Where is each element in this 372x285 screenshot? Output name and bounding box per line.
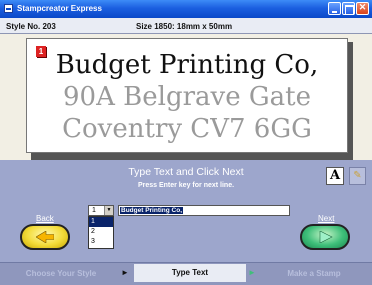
stamp-line-2[interactable]: 90A Belgrave Gate [26,82,348,112]
prompt-title: Type Text and Click Next [128,166,244,178]
info-bar: Style No. 203 Size 1850: 18mm x 50mm [0,18,372,34]
font-button[interactable]: A [326,167,344,185]
edit-tool-button[interactable]: ✎ [349,167,366,185]
step-arrow-icon: ► [248,268,256,277]
play-arrow-icon [319,231,333,243]
app-icon [4,4,13,13]
step-arrow-icon: ► [121,268,129,277]
close-icon: ✕ [358,2,367,12]
line-option[interactable]: 1 [89,217,113,227]
stamp-line-1[interactable]: Budget Printing Co, [26,50,348,80]
stamp-size: Size 1850: 18mm x 50mm [136,22,233,31]
prompt-subtitle: Press Enter key for next line. [137,182,235,189]
left-arrow-icon [36,231,54,243]
next-label: Next [318,214,335,223]
line-text-input[interactable]: Budget Printing Co, [118,205,290,216]
line-text-selection: Budget Printing Co, [120,207,184,214]
window-title: Stampcreator Express [17,4,102,13]
stamp-line-3[interactable]: Coventry CV7 6GG [26,114,348,144]
step-type-text[interactable]: Type Text [134,264,246,282]
next-button[interactable] [300,224,350,250]
active-line-badge: 1 [36,46,46,57]
close-button[interactable]: ✕ [356,2,369,15]
line-number-select[interactable]: 1 ▼ [88,205,114,216]
back-button[interactable] [20,224,70,250]
step-make-stamp[interactable]: Make a Stamp [262,269,366,278]
app-window: Stampcreator Express ✕ Style No. 203 Siz… [0,0,372,285]
minimize-button[interactable] [328,2,341,15]
chevron-down-icon[interactable]: ▼ [104,206,113,215]
back-label: Back [36,214,54,223]
step-choose-style[interactable]: Choose Your Style [8,269,114,278]
pencil-icon: ✎ [353,170,362,181]
maximize-button[interactable] [342,2,355,15]
style-number: Style No. 203 [6,22,56,31]
line-option[interactable]: 3 [89,237,113,247]
line-select-value: 1 [92,207,96,214]
line-option[interactable]: 2 [89,227,113,237]
title-bar: Stampcreator Express ✕ [0,0,372,18]
line-dropdown-list: 1 2 3 [88,216,114,249]
